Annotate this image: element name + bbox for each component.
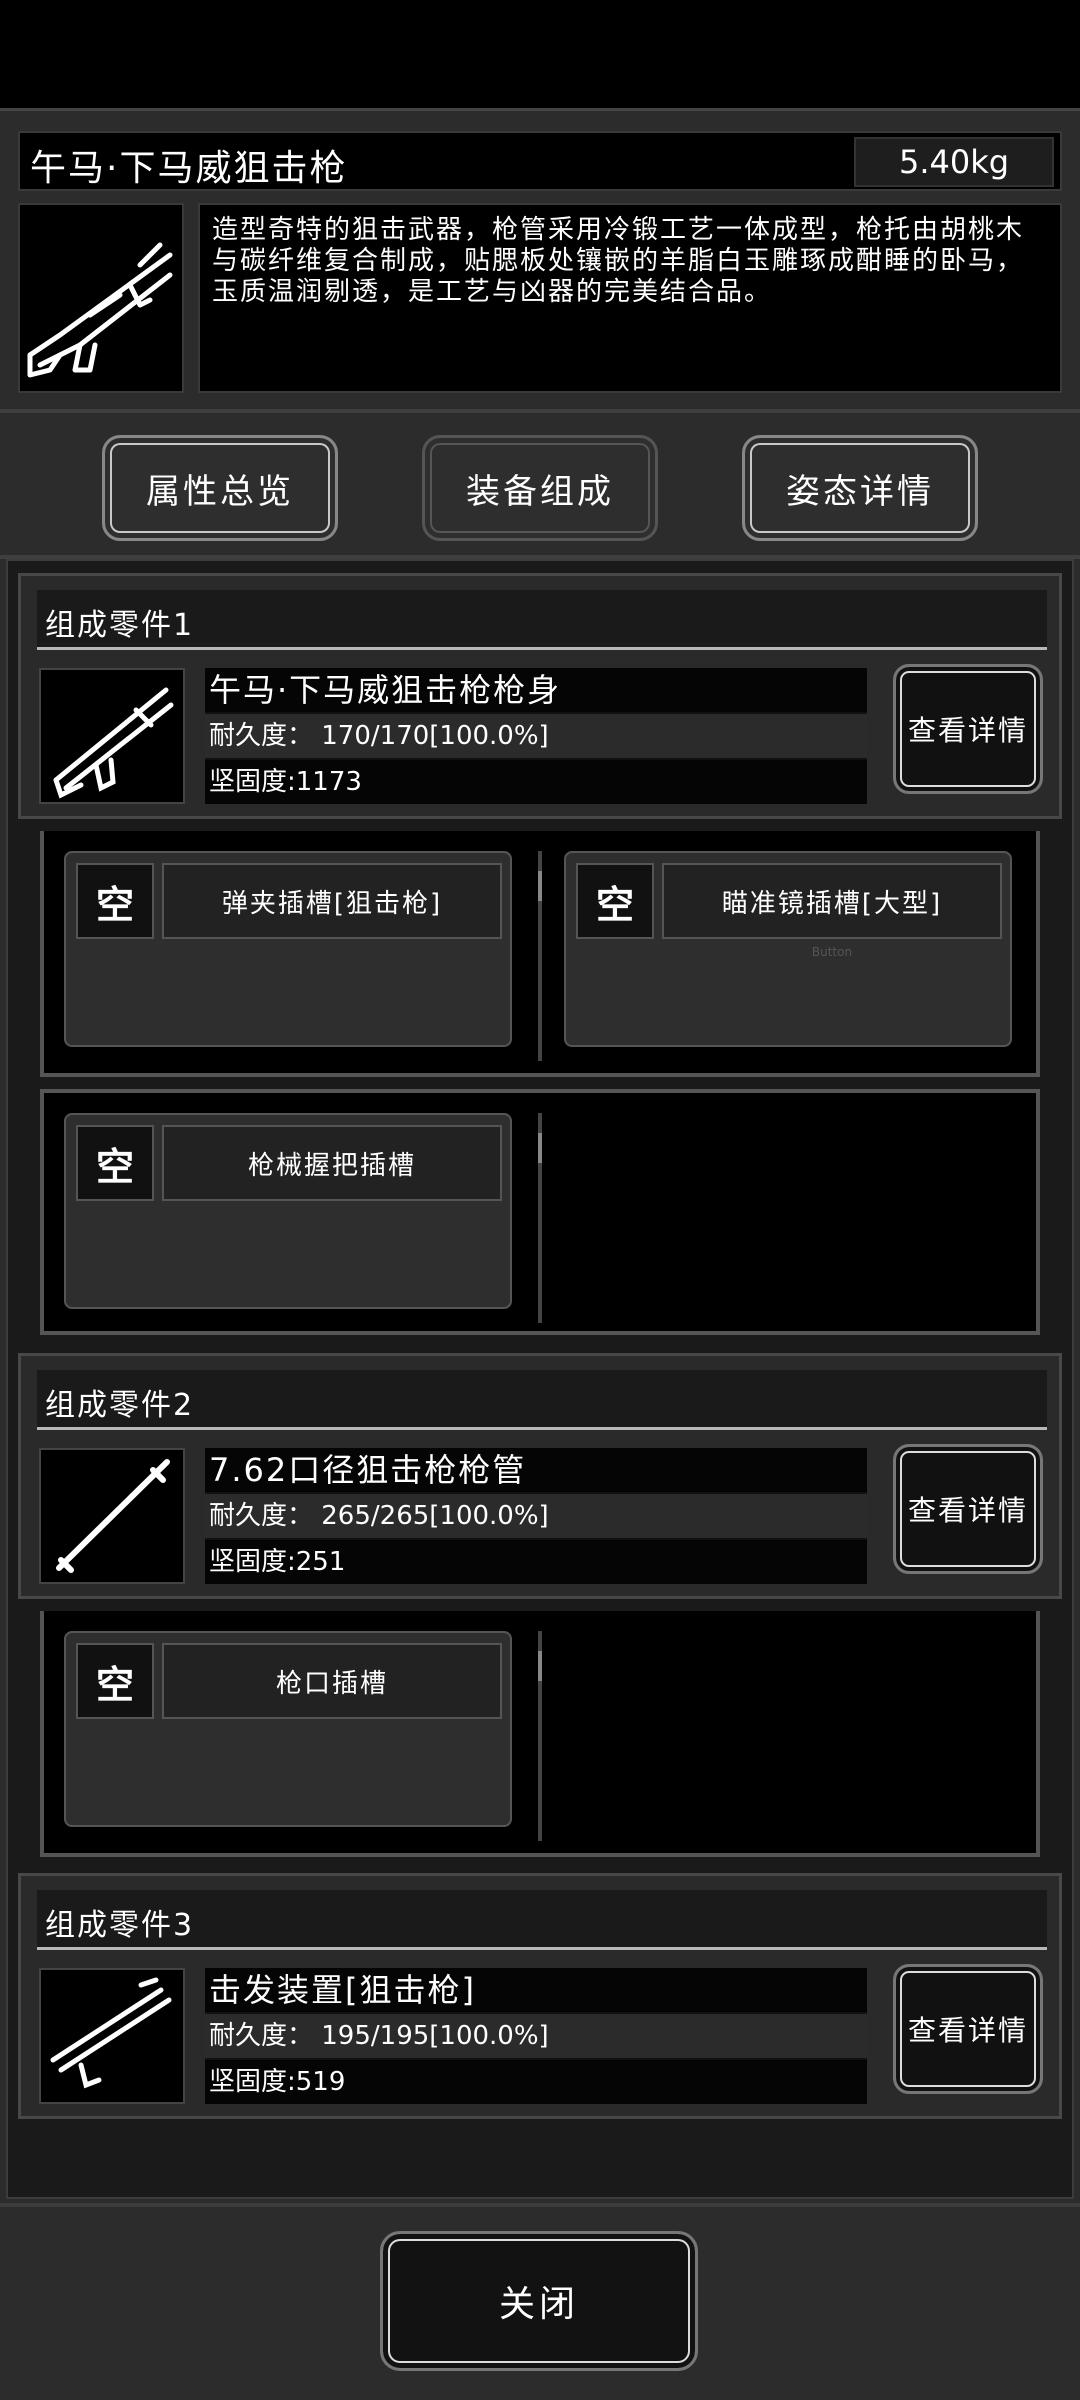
tab-composition[interactable]: 装备组成: [422, 435, 658, 541]
component-card-1: 组成零件1 午马·下马威狙击枪枪身 耐久度： 170/170[100.0%] 坚…: [18, 573, 1062, 819]
slot-empty-marker: 空: [76, 1643, 154, 1719]
component-durability: 耐久度： 170/170[100.0%]: [205, 714, 867, 758]
barrel-icon: [39, 1448, 185, 1584]
component-durability: 耐久度： 195/195[100.0%]: [205, 2014, 867, 2058]
title-bar: 午马·下马威狙击枪 5.40kg: [18, 131, 1062, 191]
component-info: 击发装置[狙击枪] 耐久度： 195/195[100.0%] 坚固度:519: [205, 1968, 867, 2104]
slot-muzzle[interactable]: 空 枪口插槽: [64, 1631, 512, 1827]
slot-name: 瞄准镜插槽[大型]: [662, 863, 1002, 939]
tab-attributes[interactable]: 属性总览: [102, 435, 338, 541]
slot-name: 弹夹插槽[狙击枪]: [162, 863, 502, 939]
equipment-panel: 午马·下马威狙击枪 5.40kg 造型奇特的狙击武器，枪管采用冷锻工艺一体成型，…: [0, 108, 1080, 2400]
view-detail-button[interactable]: 查看详情: [893, 1444, 1043, 1574]
item-description: 造型奇特的狙击武器，枪管采用冷锻工艺一体成型，枪托由胡桃木与碳纤维复合制成，贴腮…: [198, 203, 1062, 393]
component-hardness: 坚固度:251: [205, 1540, 867, 1584]
close-button[interactable]: 关闭: [380, 2231, 698, 2371]
slot-name: 枪械握把插槽: [162, 1125, 502, 1201]
component-info: 7.62口径狙击枪枪管 耐久度： 265/265[100.0%] 坚固度:251: [205, 1448, 867, 1584]
slot-sublabel: Button: [811, 945, 853, 959]
component-info: 午马·下马威狙击枪枪身 耐久度： 170/170[100.0%] 坚固度:117…: [205, 668, 867, 804]
slot-magazine[interactable]: 空 弹夹插槽[狙击枪]: [64, 851, 512, 1047]
slot-group: 空 弹夹插槽[狙击枪] 空 瞄准镜插槽[大型] Button: [40, 831, 1040, 1077]
tab-posture[interactable]: 姿态详情: [742, 435, 978, 541]
slot-empty-marker: 空: [76, 1125, 154, 1201]
component-header: 组成零件3: [37, 1890, 1047, 1950]
component-card-2: 组成零件2 7.62口径狙击枪枪管 耐久度： 265/265[100.0%] 坚…: [18, 1353, 1062, 1599]
slot-separator: [538, 851, 542, 1061]
firing-mechanism-icon: [39, 1968, 185, 2104]
component-header: 组成零件1: [37, 590, 1047, 650]
sniper-rifle-icon: [18, 203, 184, 393]
slot-group: 空 枪械握把插槽: [40, 1089, 1040, 1335]
rifle-body-icon: [39, 668, 185, 804]
component-name: 7.62口径狙击枪枪管: [205, 1448, 867, 1492]
component-card-3: 组成零件3 击发装置[狙击枪] 耐久度： 195/195[100.0%] 坚固度…: [18, 1873, 1062, 2119]
slot-separator: [538, 1631, 542, 1841]
component-header: 组成零件2: [37, 1370, 1047, 1430]
component-name: 午马·下马威狙击枪枪身: [205, 668, 867, 712]
slot-separator: [538, 1113, 542, 1323]
component-durability: 耐久度： 265/265[100.0%]: [205, 1494, 867, 1538]
component-name: 击发装置[狙击枪]: [205, 1968, 867, 2012]
slot-name: 枪口插槽: [162, 1643, 502, 1719]
slot-grip[interactable]: 空 枪械握把插槽: [64, 1113, 512, 1309]
slot-empty-marker: 空: [576, 863, 654, 939]
view-detail-button[interactable]: 查看详情: [893, 1964, 1043, 2094]
component-hardness: 坚固度:1173: [205, 760, 867, 804]
item-name: 午马·下马威狙击枪: [30, 148, 348, 189]
view-detail-button[interactable]: 查看详情: [893, 664, 1043, 794]
slot-scope[interactable]: 空 瞄准镜插槽[大型] Button: [564, 851, 1012, 1047]
slot-group: 空 枪口插槽: [40, 1611, 1040, 1857]
item-weight: 5.40kg: [854, 137, 1054, 187]
header-divider: [0, 409, 1080, 413]
component-hardness: 坚固度:519: [205, 2060, 867, 2104]
slot-empty-marker: 空: [76, 863, 154, 939]
